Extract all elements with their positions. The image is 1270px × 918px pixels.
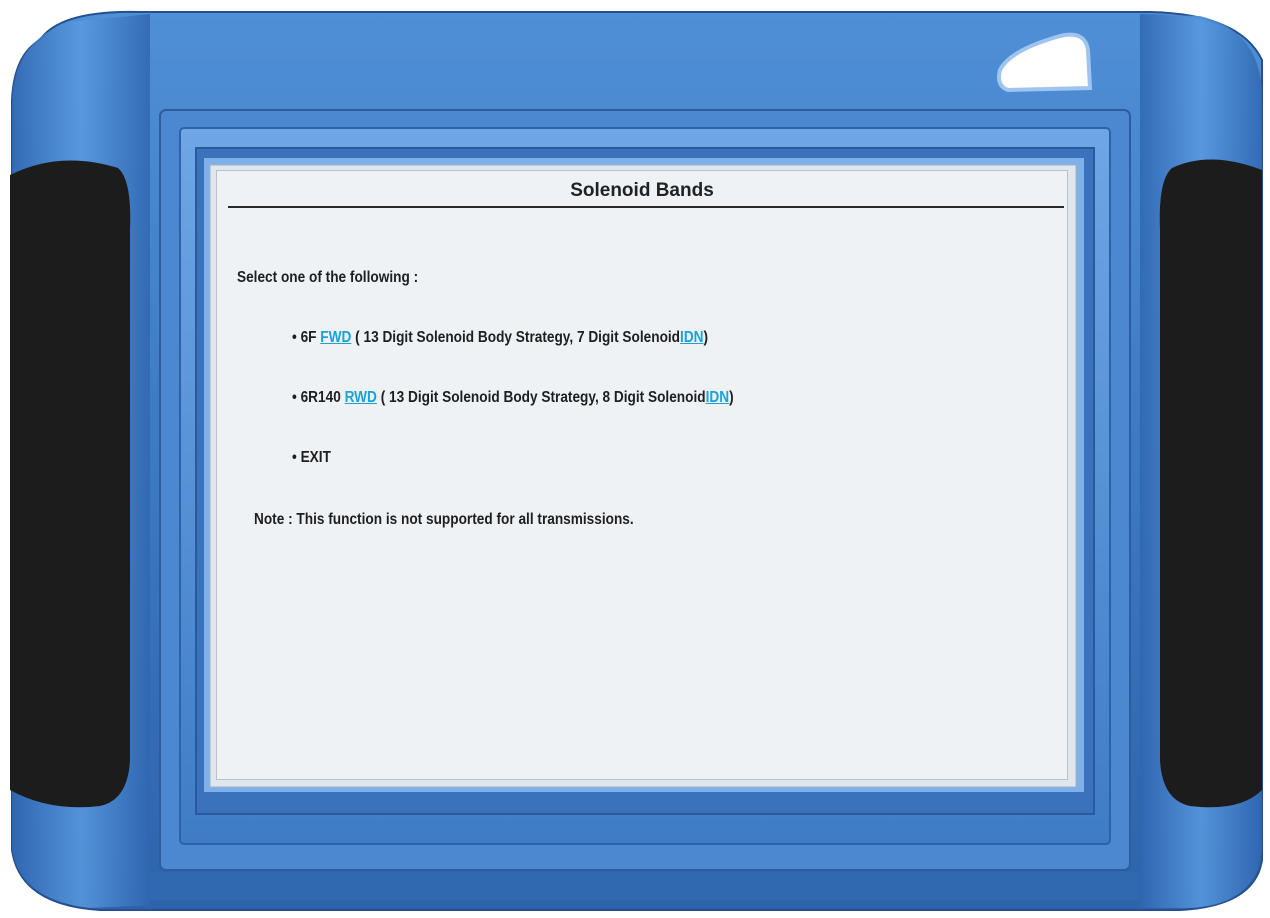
page-title: Solenoid Bands — [570, 180, 714, 201]
bullet: • — [292, 389, 297, 406]
idn-link[interactable]: IDN — [680, 329, 703, 346]
option-suffix: ) — [703, 329, 709, 346]
option-6r140-rwd[interactable]: • 6R140 RWD ( 13 Digit Solenoid Body Str… — [292, 389, 734, 407]
support-note: Note : This function is not supported fo… — [254, 511, 634, 528]
option-description: ( 13 Digit Solenoid Body Strategy, 7 Dig… — [355, 329, 681, 346]
option-suffix: ) — [729, 389, 734, 406]
option-description: ( 13 Digit Solenoid Body Strategy, 8 Dig… — [380, 389, 706, 406]
rwd-link[interactable]: RWD — [345, 389, 377, 406]
fwd-link[interactable]: FWD — [320, 329, 351, 346]
selection-prompt: Select one of the following : — [237, 269, 419, 286]
screen-panel: Solenoid Bands Select one of the followi… — [216, 170, 1068, 780]
option-exit[interactable]: • EXIT — [292, 449, 331, 467]
diagnostic-tablet: Solenoid Bands Select one of the followi… — [0, 0, 1270, 918]
bullet: • — [292, 329, 297, 346]
option-prefix: 6R140 — [300, 389, 341, 406]
idn-link[interactable]: IDN — [706, 389, 729, 406]
title-divider — [228, 206, 1064, 208]
exit-label[interactable]: EXIT — [301, 449, 331, 466]
option-6f-fwd[interactable]: • 6F FWD ( 13 Digit Solenoid Body Strate… — [292, 329, 708, 347]
bullet: • — [292, 449, 297, 466]
option-prefix: 6F — [300, 329, 317, 346]
